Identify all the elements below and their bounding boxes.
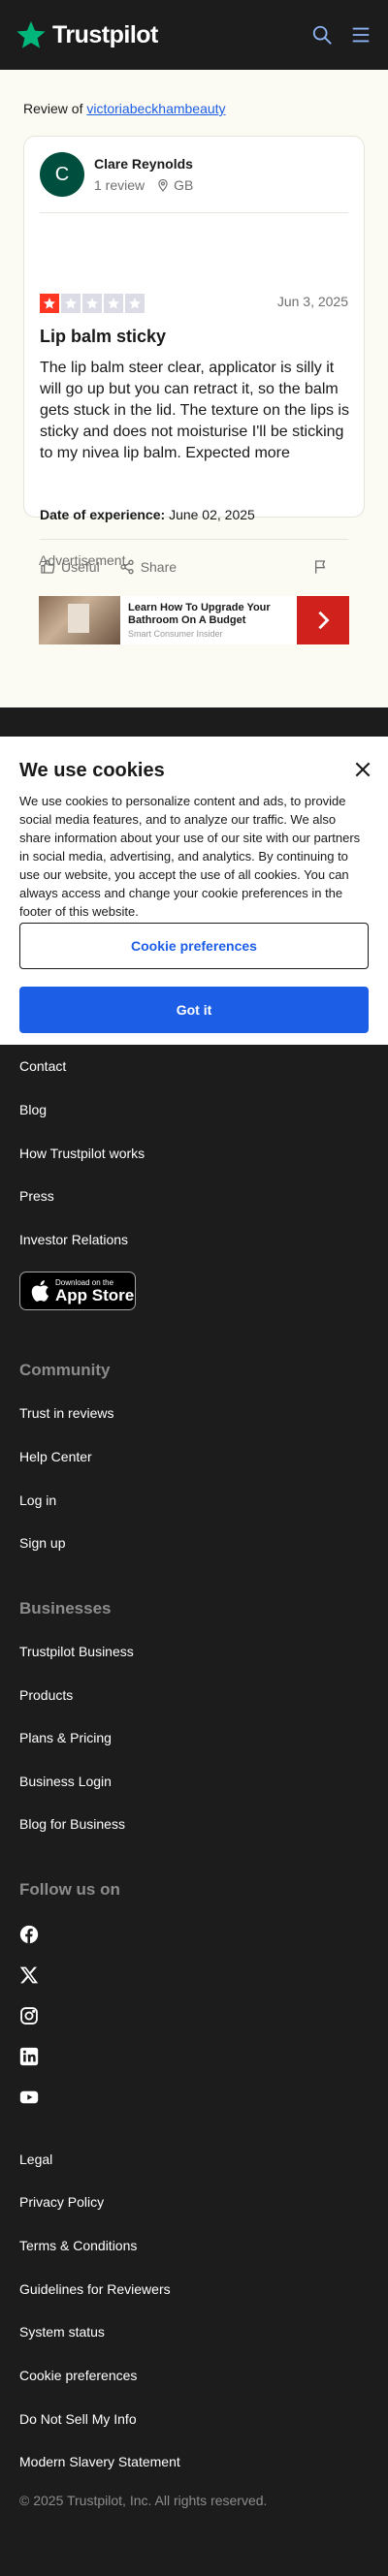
footer-link[interactable]: Log in (19, 1492, 56, 1508)
doe-value: June 02, 2025 (169, 507, 255, 522)
app-store-badge[interactable]: Download on the App Store (19, 1272, 136, 1310)
search-icon[interactable] (310, 23, 334, 47)
ad-sponsor: Smart Consumer Insider (128, 629, 223, 639)
footer-link[interactable]: Do Not Sell My Info (19, 2411, 137, 2427)
star-empty-icon (125, 294, 145, 313)
avatar: C (40, 152, 84, 197)
divider (40, 212, 348, 213)
review-count: 1 review (94, 177, 146, 193)
footer-link[interactable]: Legal (19, 2152, 52, 2167)
copyright: © 2025 Trustpilot, Inc. All rights reser… (19, 2493, 268, 2508)
expand-text[interactable]: Expected more (185, 445, 290, 461)
brand-name: Trustpilot (52, 20, 158, 48)
share-label: Share (140, 559, 178, 575)
footer-link[interactable]: Products (19, 1687, 73, 1703)
footer-link[interactable]: Cookie preferences (19, 2368, 137, 2383)
cookie-text: We use cookies to personalize content an… (19, 794, 361, 919)
review-title[interactable]: Lip balm sticky (40, 327, 166, 347)
star-filled-icon (40, 294, 59, 313)
consumer-info[interactable]: C Clare Reynolds 1 review GB (40, 152, 193, 197)
footer-link[interactable]: Business Login (19, 1774, 112, 1789)
star-rating (40, 294, 145, 313)
apple-icon (31, 1280, 48, 1302)
footer-link[interactable]: Guidelines for Reviewers (19, 2281, 171, 2297)
youtube-icon[interactable] (19, 2088, 39, 2107)
advertisement-banner[interactable]: Learn How To Upgrade Your Bathroom On A … (39, 596, 349, 644)
footer-link[interactable]: System status (19, 2324, 105, 2340)
footer-link[interactable]: Help Center (19, 1449, 92, 1464)
instagram-icon[interactable] (19, 2006, 39, 2026)
star-empty-icon (104, 294, 123, 313)
app-store-big: App Store (55, 1285, 135, 1304)
cookie-title: We use cookies (19, 760, 165, 781)
advertisement-label: Advertisement (39, 552, 126, 568)
country-code: GB (174, 177, 194, 193)
main-content: Review of victoriabeckhambeauty C Clare … (0, 70, 388, 707)
footer-link[interactable]: Contact (19, 1058, 66, 1074)
ad-image (39, 596, 120, 644)
review-text: The lip balm steer clear, applicator is … (40, 358, 352, 464)
chevron-right-icon[interactable] (297, 596, 349, 644)
footer-link[interactable]: How Trustpilot works (19, 1146, 145, 1161)
close-icon[interactable] (353, 760, 372, 779)
footer-link[interactable]: Investor Relations (19, 1232, 128, 1247)
footer-link[interactable]: Privacy Policy (19, 2194, 104, 2210)
divider (40, 539, 348, 540)
facebook-icon[interactable] (19, 1925, 39, 1944)
star-logo-icon (16, 21, 46, 48)
date-of-experience: Date of experience: June 02, 2025 (40, 507, 255, 522)
follow-heading: Follow us on (19, 1880, 120, 1899)
footer-link[interactable]: Plans & Pricing (19, 1730, 112, 1745)
footer-link[interactable]: Trustpilot Business (19, 1644, 134, 1659)
footer-link[interactable]: Blog for Business (19, 1816, 125, 1832)
accept-cookies-button[interactable]: Got it (19, 987, 369, 1033)
footer-link[interactable]: Modern Slavery Statement (19, 2454, 180, 2469)
linkedin-icon[interactable] (19, 2047, 39, 2066)
star-empty-icon (61, 294, 81, 313)
ad-title: Learn How To Upgrade Your Bathroom On A … (128, 602, 271, 626)
site-header: Trustpilot (0, 0, 388, 70)
location-pin-icon (158, 178, 168, 192)
share-button[interactable]: Share (119, 559, 177, 575)
footer-link[interactable]: Press (19, 1188, 54, 1204)
company-link[interactable]: victoriabeckhambeauty (86, 101, 225, 116)
footer-link[interactable]: Blog (19, 1102, 47, 1117)
trustpilot-logo[interactable]: Trustpilot (16, 19, 158, 50)
footer-link[interactable]: Terms & Conditions (19, 2238, 137, 2253)
cookie-banner: We use cookies We use cookies to persona… (0, 737, 388, 1045)
footer-link[interactable]: Sign up (19, 1535, 65, 1551)
cookie-preferences-button[interactable]: Cookie preferences (19, 923, 369, 969)
review-card: C Clare Reynolds 1 review GB Jun 3, 2025… (23, 136, 365, 575)
menu-icon[interactable] (349, 23, 372, 47)
consumer-name: Clare Reynolds (94, 156, 193, 172)
doe-label: Date of experience: (40, 507, 166, 522)
country: GB (156, 177, 193, 193)
flag-icon[interactable] (313, 559, 329, 575)
review-of-line: Review of victoriabeckhambeauty (23, 101, 226, 116)
footer-link[interactable]: Trust in reviews (19, 1405, 114, 1421)
review-of-prefix: Review of (23, 101, 83, 116)
community-heading: Community (19, 1361, 111, 1379)
x-icon[interactable] (19, 1965, 39, 1985)
star-empty-icon (82, 294, 102, 313)
businesses-heading: Businesses (19, 1599, 112, 1618)
review-date: Jun 3, 2025 (276, 294, 348, 309)
